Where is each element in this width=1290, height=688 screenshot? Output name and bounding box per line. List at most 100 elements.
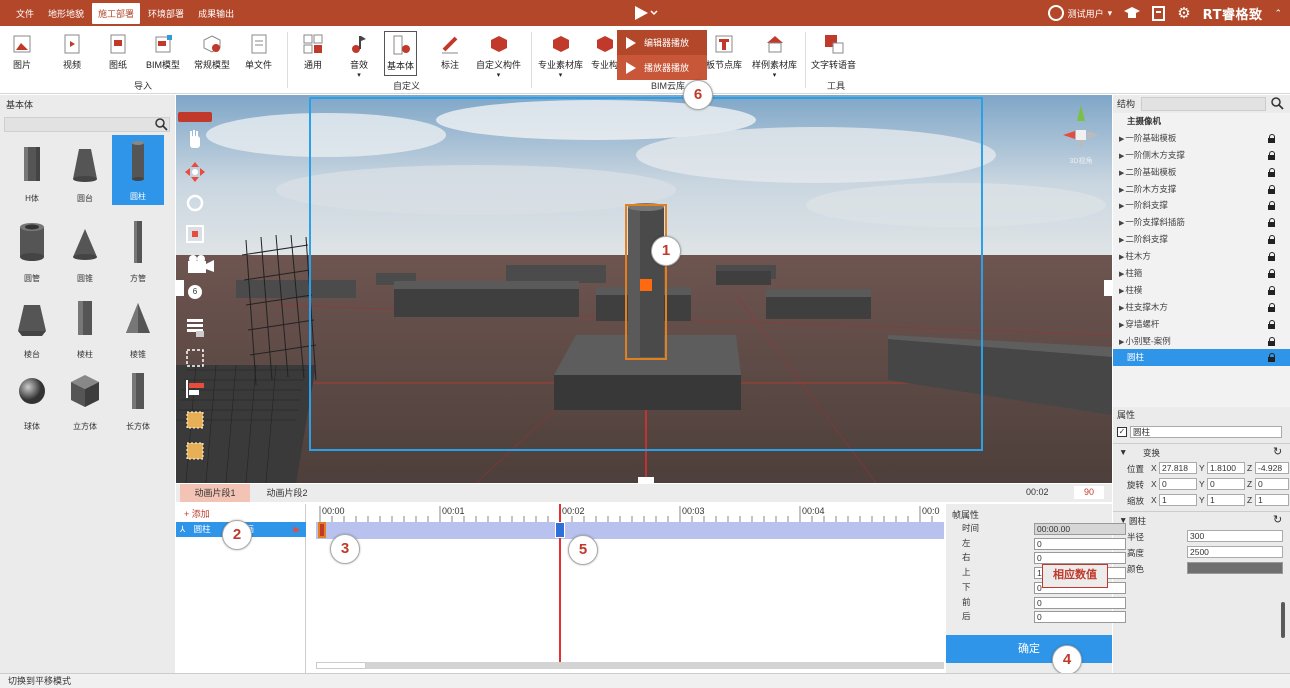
basic-body-button[interactable]: 基本体: [384, 31, 418, 76]
user-menu[interactable]: 测试用户 ▾: [1047, 5, 1112, 21]
frame-rate-input[interactable]: 90: [1074, 486, 1104, 499]
tree-item[interactable]: 圆柱: [1113, 349, 1290, 367]
tree-item[interactable]: ▶柱支撑木方: [1113, 299, 1290, 316]
position-y-input[interactable]: 1.8100: [1207, 462, 1245, 474]
shape-h-beam[interactable]: H体: [6, 137, 58, 207]
move-arrows-icon[interactable]: [184, 161, 206, 183]
expand-arrow-icon[interactable]: ▶: [1119, 203, 1124, 210]
scale-z-input[interactable]: 1: [1255, 494, 1289, 506]
pro-material-library-button[interactable]: 专业素材库 ▾: [538, 34, 583, 79]
expand-arrow-icon[interactable]: ▶: [1119, 153, 1124, 160]
group-icon[interactable]: [184, 440, 206, 462]
radius-input[interactable]: 300: [1187, 530, 1283, 542]
bim-model-button[interactable]: BIM模型: [146, 34, 180, 71]
lock-icon[interactable]: [1267, 319, 1276, 329]
add-track-button[interactable]: + 添加: [184, 507, 210, 520]
play-dropdown-button[interactable]: [633, 5, 663, 21]
tree-item[interactable]: ▶柱木方: [1113, 248, 1290, 265]
graduation-cap-icon[interactable]: [1124, 6, 1141, 20]
shape-pipe[interactable]: 圆管: [6, 217, 58, 287]
align-icon[interactable]: [184, 378, 206, 400]
animation-track-bar[interactable]: [316, 522, 944, 539]
document-icon[interactable]: [1152, 5, 1166, 21]
gear-icon[interactable]: ⚙: [1177, 4, 1190, 22]
regular-model-button[interactable]: 常规模型: [194, 34, 230, 71]
shape-cuboid[interactable]: 长方体: [112, 365, 164, 435]
frame-prop-input[interactable]: 0: [1034, 537, 1126, 550]
expand-arrow-icon[interactable]: ▶: [1119, 187, 1124, 194]
expand-arrow-icon[interactable]: ▶: [1119, 339, 1124, 346]
menu-environment[interactable]: 环境部署: [142, 3, 190, 24]
shape-sphere[interactable]: 球体: [6, 365, 58, 435]
drawing-button[interactable]: 图纸: [108, 34, 128, 71]
layers-icon[interactable]: [184, 316, 206, 338]
position-x-input[interactable]: 27.818: [1159, 462, 1197, 474]
video-button[interactable]: 视频: [62, 34, 82, 71]
menu-file[interactable]: 文件: [10, 3, 40, 24]
snap-icon[interactable]: [184, 409, 206, 431]
tree-item[interactable]: ▶一阶侧木方支撑: [1113, 147, 1290, 164]
shape-square-tube[interactable]: 方管: [112, 217, 164, 287]
rotation-z-input[interactable]: 0: [1255, 478, 1289, 490]
expand-arrow-icon[interactable]: ▶: [1119, 170, 1124, 177]
color-swatch[interactable]: [1187, 562, 1283, 574]
scale-icon[interactable]: [184, 223, 206, 245]
shape-cone[interactable]: 圆锥: [59, 217, 111, 287]
position-z-input[interactable]: -4.928: [1255, 462, 1289, 474]
lock-icon[interactable]: [1267, 336, 1276, 346]
frame-prop-input[interactable]: 0: [1034, 552, 1126, 565]
scale-y-input[interactable]: 1: [1207, 494, 1245, 506]
height-input[interactable]: 2500: [1187, 546, 1283, 558]
expand-arrow-icon[interactable]: ▶: [1119, 220, 1124, 227]
lock-icon[interactable]: [1267, 167, 1276, 177]
structure-search-input[interactable]: [1141, 97, 1266, 111]
tree-item[interactable]: ▶一阶支撑斜插筋: [1113, 214, 1290, 231]
object-name-input[interactable]: 圆柱: [1130, 426, 1282, 438]
sound-button[interactable]: 音效 ▾: [349, 34, 369, 79]
search-icon[interactable]: [155, 118, 168, 131]
lock-icon[interactable]: [1267, 184, 1276, 194]
lock-icon[interactable]: [1267, 150, 1276, 160]
collapse-arrow-icon[interactable]: ▼: [1119, 447, 1127, 457]
sample-library-button[interactable]: 样例素材库 ▾: [752, 34, 797, 79]
text-to-speech-button[interactable]: 文字转语音: [811, 34, 856, 71]
timeline-ruler[interactable]: 00:00 00:01 00:02 00:03 00:04 00:0: [316, 504, 944, 522]
timeline-scrollbar[interactable]: [316, 662, 944, 669]
menu-terrain[interactable]: 地形地貌: [42, 3, 90, 24]
search-icon[interactable]: [1271, 97, 1284, 110]
expand-arrow-icon[interactable]: ▶: [1119, 237, 1124, 244]
lock-icon[interactable]: [1267, 302, 1276, 312]
tree-item[interactable]: ▶穿墙螺杆: [1113, 316, 1290, 333]
shape-frustum[interactable]: 圆台: [59, 137, 111, 207]
reset-transform-icon[interactable]: ↻: [1273, 445, 1282, 458]
tree-item[interactable]: ▶二阶斜支撑: [1113, 231, 1290, 248]
frame-prop-input[interactable]: 0: [1034, 596, 1126, 609]
expand-arrow-icon[interactable]: ▶: [1119, 136, 1124, 143]
bottom-collapse-handle[interactable]: [638, 477, 654, 483]
scale-x-input[interactable]: 1: [1159, 494, 1197, 506]
tree-item[interactable]: ▶柱模: [1113, 282, 1290, 299]
expand-arrow-icon[interactable]: ▶: [1119, 254, 1124, 261]
tree-item[interactable]: ▶一阶基础模板: [1113, 130, 1290, 147]
lock-icon[interactable]: [1267, 353, 1276, 363]
tree-item[interactable]: ▶柱箍: [1113, 265, 1290, 282]
lock-icon[interactable]: [1267, 285, 1276, 295]
tree-item[interactable]: ▶二阶基础模板: [1113, 164, 1290, 181]
expand-arrow-icon[interactable]: ▶: [1119, 305, 1124, 312]
tab-clip-1[interactable]: 动画片段1: [180, 484, 250, 502]
editor-play-option[interactable]: 编辑器播放: [617, 30, 707, 55]
rotation-x-input[interactable]: 0: [1159, 478, 1197, 490]
pan-hand-icon[interactable]: [184, 130, 206, 152]
keyframe-start[interactable]: [318, 522, 326, 538]
node-library-button[interactable]: 板节点库: [706, 34, 742, 71]
shape-pyramid[interactable]: 棱锥: [112, 293, 164, 363]
tree-item[interactable]: ▶一阶斜支撑: [1113, 197, 1290, 214]
pro-component-button[interactable]: 专业构: [591, 34, 618, 71]
visible-checkbox[interactable]: ✓: [1117, 427, 1127, 437]
shape-cube[interactable]: 立方体: [59, 365, 111, 435]
lock-icon[interactable]: [1267, 133, 1276, 143]
expand-arrow-icon[interactable]: ▶: [1119, 271, 1124, 278]
annotation-button[interactable]: 标注: [440, 34, 460, 71]
custom-component-button[interactable]: 自定义构件 ▾: [476, 34, 521, 79]
frame-select-icon[interactable]: [184, 347, 206, 369]
